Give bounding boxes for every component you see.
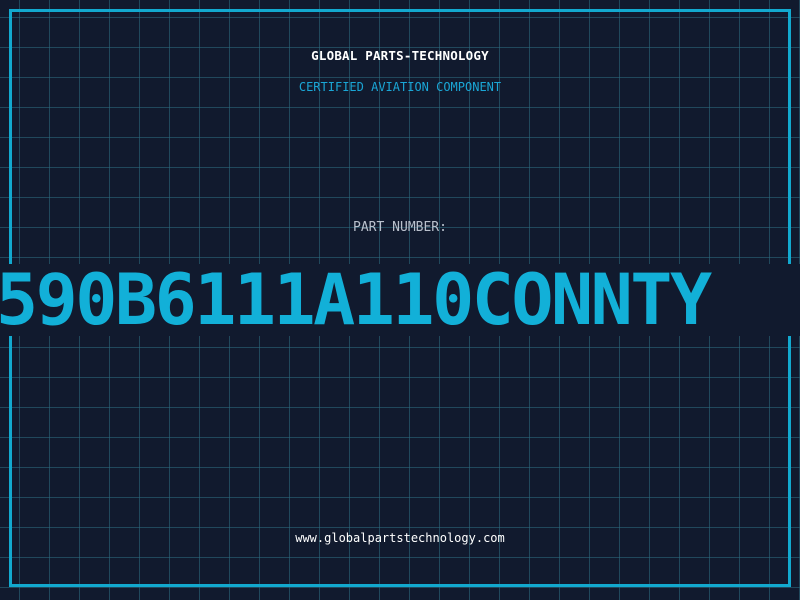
part-number-label: PART NUMBER: [353, 220, 447, 235]
part-number-band: 590B6111A110CONNTY [0, 264, 800, 336]
company-name: GLOBAL PARTS-TECHNOLOGY [311, 48, 489, 63]
certificate-page: GLOBAL PARTS-TECHNOLOGY CERTIFIED AVIATI… [0, 0, 800, 600]
part-number-value: 590B6111A110CONNTY [0, 264, 712, 336]
website-url: www.globalpartstechnology.com [295, 531, 505, 545]
certification-text: CERTIFIED AVIATION COMPONENT [298, 80, 502, 94]
